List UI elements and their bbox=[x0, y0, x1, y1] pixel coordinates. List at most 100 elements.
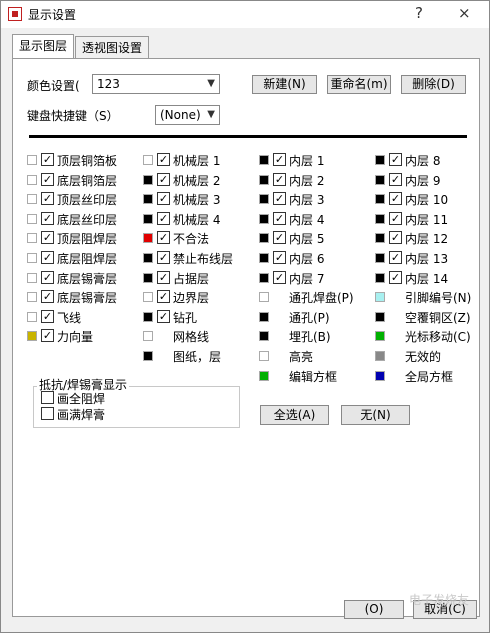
watermark: 电子发烧友 bbox=[408, 593, 469, 607]
layer-color-swatch[interactable] bbox=[375, 331, 385, 341]
layer-visible-checkbox[interactable]: ✓ bbox=[41, 153, 54, 166]
layer-color-swatch[interactable] bbox=[27, 175, 37, 185]
layer-color-swatch[interactable] bbox=[259, 233, 269, 243]
tab-perspective-settings[interactable]: 透视图设置 bbox=[75, 36, 150, 59]
layer-color-swatch[interactable] bbox=[259, 331, 269, 341]
help-button[interactable]: ? bbox=[415, 4, 423, 22]
layer-visible-checkbox[interactable]: ✓ bbox=[389, 271, 402, 284]
layer-visible-checkbox[interactable]: ✓ bbox=[389, 153, 402, 166]
hotkey-select[interactable]: (None) ▼ bbox=[155, 105, 220, 125]
layer-color-swatch[interactable] bbox=[27, 273, 37, 283]
layer-visible-checkbox[interactable]: ✓ bbox=[41, 271, 54, 284]
layer-visible-checkbox[interactable]: ✓ bbox=[41, 212, 54, 225]
layer-visible-checkbox[interactable]: ✓ bbox=[157, 251, 170, 264]
ok-button[interactable]: (O) bbox=[344, 600, 404, 619]
layer-color-swatch[interactable] bbox=[375, 312, 385, 322]
select-all-button[interactable]: 全选(A) bbox=[260, 405, 329, 425]
layer-color-swatch[interactable] bbox=[27, 214, 37, 224]
layer-visible-checkbox[interactable]: ✓ bbox=[41, 251, 54, 264]
new-button[interactable]: 新建(N) bbox=[252, 75, 317, 94]
layer-visible-checkbox[interactable]: ✓ bbox=[389, 251, 402, 264]
layer-color-swatch[interactable] bbox=[375, 253, 385, 263]
layer-color-swatch[interactable] bbox=[259, 273, 269, 283]
layer-color-swatch[interactable] bbox=[259, 371, 269, 381]
layer-color-swatch[interactable] bbox=[27, 194, 37, 204]
layer-color-swatch[interactable] bbox=[259, 253, 269, 263]
layer-color-swatch[interactable] bbox=[143, 351, 153, 361]
layer-visible-checkbox[interactable]: ✓ bbox=[389, 212, 402, 225]
layer-color-swatch[interactable] bbox=[375, 292, 385, 302]
layer-color-swatch[interactable] bbox=[143, 155, 153, 165]
layer-color-swatch[interactable] bbox=[27, 155, 37, 165]
layer-color-swatch[interactable] bbox=[375, 175, 385, 185]
layer-name: 机械层 3 bbox=[173, 193, 221, 207]
layer-name: 空覆铜区(Z) bbox=[405, 311, 471, 325]
layer-visible-checkbox[interactable]: ✓ bbox=[41, 310, 54, 323]
layer-color-swatch[interactable] bbox=[259, 292, 269, 302]
layer-color-swatch[interactable] bbox=[143, 214, 153, 224]
layer-color-swatch[interactable] bbox=[27, 312, 37, 322]
layer-visible-checkbox[interactable]: ✓ bbox=[157, 192, 170, 205]
layer-visible-checkbox[interactable]: ✓ bbox=[273, 173, 286, 186]
layer-name: 内层 8 bbox=[405, 154, 441, 168]
layer-color-swatch[interactable] bbox=[143, 292, 153, 302]
layer-visible-checkbox[interactable]: ✓ bbox=[157, 173, 170, 186]
layer-color-swatch[interactable] bbox=[259, 175, 269, 185]
checkbox[interactable] bbox=[41, 391, 54, 404]
layer-visible-checkbox[interactable]: ✓ bbox=[389, 173, 402, 186]
layer-color-swatch[interactable] bbox=[143, 331, 153, 341]
delete-button[interactable]: 删除(D) bbox=[401, 75, 466, 94]
color-setting-select[interactable]: 123 ▼ bbox=[92, 74, 220, 94]
layer-color-swatch[interactable] bbox=[375, 273, 385, 283]
rename-button[interactable]: 重命名(m) bbox=[327, 75, 391, 94]
layer-visible-checkbox[interactable]: ✓ bbox=[157, 310, 170, 323]
layer-color-swatch[interactable] bbox=[375, 155, 385, 165]
tab-display-layers[interactable]: 显示图层 bbox=[12, 34, 75, 60]
layer-visible-checkbox[interactable]: ✓ bbox=[41, 329, 54, 342]
layer-visible-checkbox[interactable]: ✓ bbox=[41, 231, 54, 244]
layer-name: 钻孔 bbox=[173, 311, 198, 325]
layer-color-swatch[interactable] bbox=[143, 273, 153, 283]
layer-name: 高亮 bbox=[289, 350, 314, 364]
layer-visible-checkbox[interactable]: ✓ bbox=[157, 290, 170, 303]
layer-color-swatch[interactable] bbox=[27, 331, 37, 341]
layer-visible-checkbox[interactable]: ✓ bbox=[389, 231, 402, 244]
layer-color-swatch[interactable] bbox=[143, 194, 153, 204]
layer-visible-checkbox[interactable]: ✓ bbox=[157, 153, 170, 166]
layer-color-swatch[interactable] bbox=[259, 312, 269, 322]
layer-color-swatch[interactable] bbox=[143, 312, 153, 322]
layer-color-swatch[interactable] bbox=[375, 194, 385, 204]
checkbox[interactable] bbox=[41, 407, 54, 420]
layer-color-swatch[interactable] bbox=[375, 351, 385, 361]
layer-color-swatch[interactable] bbox=[259, 214, 269, 224]
layer-color-swatch[interactable] bbox=[375, 233, 385, 243]
layer-color-swatch[interactable] bbox=[259, 194, 269, 204]
layer-visible-checkbox[interactable]: ✓ bbox=[41, 173, 54, 186]
layer-visible-checkbox[interactable]: ✓ bbox=[273, 192, 286, 205]
close-button[interactable]: × bbox=[458, 4, 471, 22]
layer-color-swatch[interactable] bbox=[143, 253, 153, 263]
layer-visible-checkbox[interactable]: ✓ bbox=[41, 290, 54, 303]
layer-color-swatch[interactable] bbox=[375, 371, 385, 381]
layer-visible-checkbox[interactable]: ✓ bbox=[389, 192, 402, 205]
title-bar: 显示设置 ? × bbox=[1, 1, 489, 28]
layer-visible-checkbox[interactable]: ✓ bbox=[157, 212, 170, 225]
layer-visible-checkbox[interactable]: ✓ bbox=[157, 271, 170, 284]
layer-visible-checkbox[interactable]: ✓ bbox=[157, 231, 170, 244]
layer-visible-checkbox[interactable]: ✓ bbox=[273, 271, 286, 284]
select-none-button[interactable]: 无(N) bbox=[341, 405, 410, 425]
layer-color-swatch[interactable] bbox=[27, 253, 37, 263]
layer-color-swatch[interactable] bbox=[259, 155, 269, 165]
layer-visible-checkbox[interactable]: ✓ bbox=[273, 212, 286, 225]
layer-color-swatch[interactable] bbox=[143, 175, 153, 185]
layer-color-swatch[interactable] bbox=[27, 233, 37, 243]
layer-color-swatch[interactable] bbox=[143, 233, 153, 243]
layer-color-swatch[interactable] bbox=[375, 214, 385, 224]
layer-visible-checkbox[interactable]: ✓ bbox=[273, 251, 286, 264]
chevron-down-icon: ▼ bbox=[207, 78, 215, 89]
layer-visible-checkbox[interactable]: ✓ bbox=[273, 153, 286, 166]
layer-visible-checkbox[interactable]: ✓ bbox=[41, 192, 54, 205]
layer-color-swatch[interactable] bbox=[259, 351, 269, 361]
layer-visible-checkbox[interactable]: ✓ bbox=[273, 231, 286, 244]
layer-color-swatch[interactable] bbox=[27, 292, 37, 302]
